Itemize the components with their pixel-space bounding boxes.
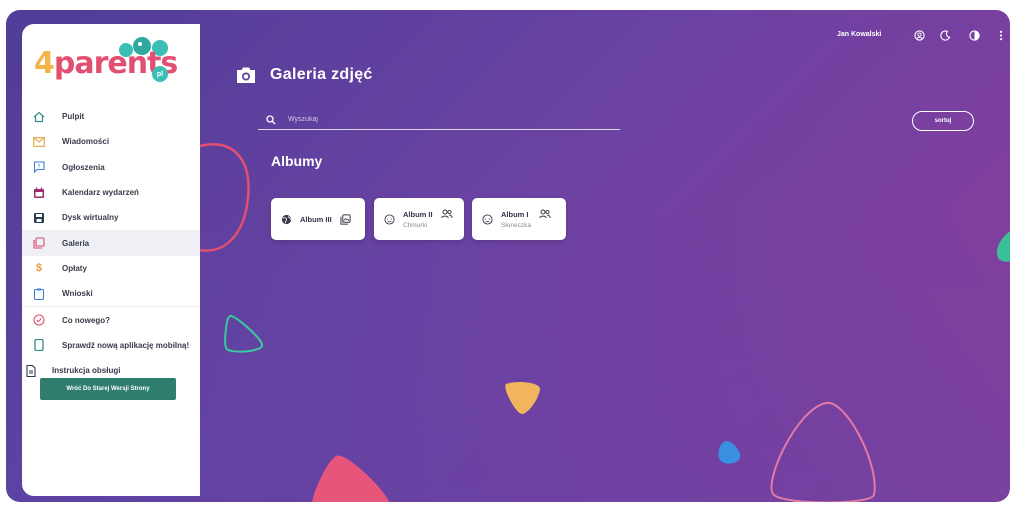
decor-drop-orange [505, 382, 541, 414]
logo-number: 4 [34, 46, 55, 81]
sort-button[interactable]: sortuj [912, 111, 974, 131]
decor-leaf-teal [997, 231, 1010, 262]
album-group: Słoneczka [501, 221, 531, 229]
document-icon [24, 364, 38, 378]
sidebar-item-co-nowego[interactable]: Co nowego? [22, 307, 200, 332]
album-name: Album III [300, 214, 332, 224]
album-card[interactable]: Album I Słoneczka [472, 198, 566, 240]
images-icon [340, 213, 351, 225]
sidebar-item-oplaty[interactable]: $ Opłaty [22, 256, 200, 281]
search-icon [266, 114, 276, 124]
users-icon [539, 209, 551, 219]
sidebar-item-label: Ogłoszenia [62, 162, 105, 172]
albums-heading: Albumy [271, 153, 323, 169]
search-input[interactable] [288, 116, 588, 123]
album-name: Album II [403, 209, 433, 219]
decor-ring-left [199, 143, 250, 252]
sidebar: 4parents pl Pulpit Wiadomości Ogłoszenia [22, 24, 200, 496]
page-header: Galeria zdjęć [236, 66, 373, 84]
contrast-icon[interactable] [967, 28, 981, 42]
album-group: Chmurki [403, 221, 428, 229]
decor-triangle-pink [312, 455, 390, 502]
sidebar-item-pulpit[interactable]: Pulpit [22, 104, 200, 129]
sidebar-item-label: Pulpit [62, 112, 85, 122]
sidebar-item-label: Galeria [62, 238, 90, 248]
group-face-icon [482, 213, 493, 225]
moon-icon[interactable] [938, 28, 952, 42]
user-circle-icon[interactable] [912, 28, 926, 42]
clipboard-icon [32, 287, 46, 301]
badge-icon [32, 313, 46, 327]
users-icon [440, 209, 453, 219]
album-text: Album I Słoneczka [501, 210, 531, 229]
more-vertical-icon[interactable] [994, 28, 1008, 42]
phone-icon [32, 338, 46, 352]
sidebar-item-ogloszenia[interactable]: Ogłoszenia [22, 155, 200, 180]
sidebar-item-dysk[interactable]: Dysk wirtualny [22, 205, 200, 230]
user-name[interactable]: Jan Kowalski [837, 31, 881, 38]
sidebar-item-label: Wiadomości [62, 137, 110, 147]
sidebar-item-label: Sprawdź nową aplikację mobilną! [62, 340, 190, 350]
logo-suffix: pl [152, 66, 168, 82]
sidebar-item-label: Opłaty [62, 263, 87, 273]
group-face-icon [384, 213, 395, 225]
sidebar-item-wiadomosci[interactable]: Wiadomości [22, 129, 200, 154]
home-icon [32, 110, 46, 124]
decor-ring-right [770, 401, 876, 502]
album-card[interactable]: Album II Chmurki [374, 198, 464, 240]
calendar-icon [32, 186, 46, 200]
envelope-icon [32, 135, 46, 149]
sidebar-item-label: Dysk wirtualny [62, 213, 119, 223]
globe-icon [281, 214, 292, 224]
gallery-icon [32, 236, 46, 250]
sidebar-item-galeria[interactable]: Galeria [22, 230, 200, 256]
dollar-icon: $ [35, 262, 43, 275]
sidebar-item-label: Wnioski [62, 289, 93, 299]
sidebar-item-label: Kalendarz wydarzeń [62, 188, 139, 198]
album-card[interactable]: Album III [271, 198, 365, 240]
sidebar-item-aplikacja[interactable]: Sprawdź nową aplikację mobilną! [22, 333, 200, 358]
album-text: Album III [300, 215, 332, 224]
app-logo[interactable]: 4parents pl [34, 34, 184, 94]
decor-drop-blue [718, 440, 741, 464]
search-bar [258, 110, 620, 130]
sidebar-item-label: Co nowego? [62, 315, 110, 325]
sidebar-item-kalendarz[interactable]: Kalendarz wydarzeń [22, 180, 200, 205]
sidebar-nav: Pulpit Wiadomości Ogłoszenia Kalendarz w… [22, 104, 200, 383]
old-version-button[interactable]: Wróć Do Starej Wersji Strony [40, 378, 176, 400]
camera-icon [237, 67, 255, 83]
page-title: Galeria zdjęć [270, 66, 373, 83]
save-icon [32, 211, 46, 225]
sidebar-item-wnioski[interactable]: Wnioski [22, 281, 200, 306]
decor-triangle-green [224, 315, 263, 353]
album-text: Album II Chmurki [403, 210, 433, 229]
album-name: Album I [501, 209, 529, 219]
message-icon [32, 160, 46, 174]
sidebar-item-label: Instrukcja obsługi [52, 366, 121, 376]
